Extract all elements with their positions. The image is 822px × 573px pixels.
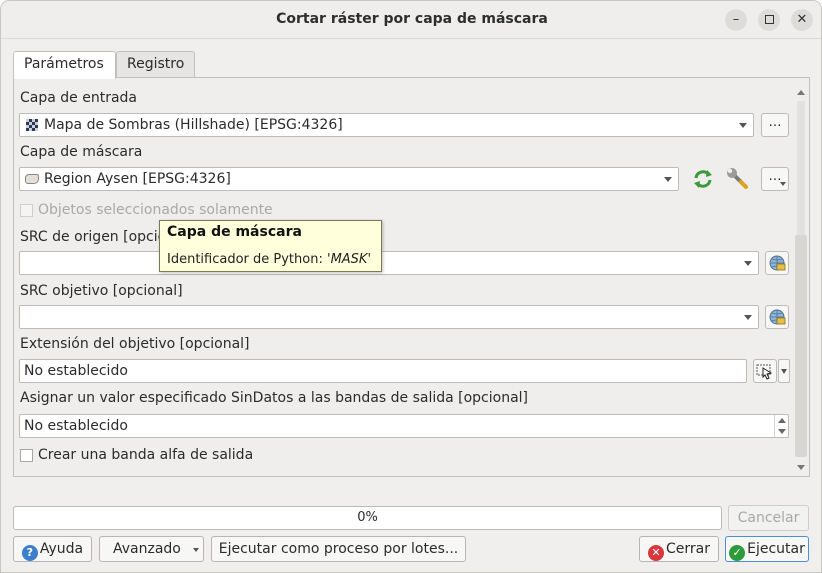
vertical-scrollbar[interactable] xyxy=(794,85,808,475)
iterate-button[interactable] xyxy=(691,167,715,191)
input-layer-label: Capa de entrada xyxy=(20,90,137,106)
chevron-down-icon xyxy=(780,182,786,186)
tooltip-title: Capa de máscara xyxy=(167,224,302,240)
spin-down-icon xyxy=(778,429,786,434)
target-extent-label: Extensión del objetivo [opcional] xyxy=(20,336,250,352)
chevron-down-icon xyxy=(193,548,199,552)
cancel-label: Cancelar xyxy=(737,510,800,526)
advanced-options-button[interactable] xyxy=(726,167,750,191)
close-label: Cerrar xyxy=(666,541,710,557)
chevron-down-icon xyxy=(744,315,752,320)
tab-label: Registro xyxy=(127,56,185,72)
refresh-icon xyxy=(694,170,712,188)
target-crs-select-button[interactable] xyxy=(765,305,789,329)
polygon-layer-icon xyxy=(25,174,39,184)
progress-bar: 0% xyxy=(13,506,722,530)
run-button[interactable]: ✓ Ejecutar xyxy=(725,536,809,562)
input-layer-combo[interactable]: Mapa de Sombras (Hillshade) [EPSG:4326] xyxy=(19,113,754,137)
help-icon: ? xyxy=(21,545,38,561)
scroll-up-icon xyxy=(797,90,805,95)
chevron-down-icon xyxy=(744,261,752,266)
tab-registro[interactable]: Registro xyxy=(116,51,195,78)
advanced-label: Avanzado xyxy=(113,541,181,557)
mask-layer-label: Capa de máscara xyxy=(20,144,143,160)
alpha-band-checkbox[interactable] xyxy=(20,449,33,462)
selected-only-label: Objetos seleccionados solamente xyxy=(38,202,273,218)
tab-parametros[interactable]: Parámetros xyxy=(13,51,116,79)
parameters-panel: Capa de entrada Mapa de Sombras (Hillsha… xyxy=(13,77,810,477)
globe-icon xyxy=(769,309,786,325)
scroll-down-icon xyxy=(797,465,805,470)
minimize-button[interactable]: – xyxy=(725,9,747,31)
maximize-icon xyxy=(764,15,774,24)
selected-only-checkbox[interactable] xyxy=(20,204,33,217)
nodata-label: Asignar un valor especificado SinDatos a… xyxy=(20,390,529,406)
dots-label: … xyxy=(768,115,782,130)
extent-select-button[interactable] xyxy=(753,359,777,383)
close-button[interactable]: ✕ Cerrar xyxy=(639,536,719,562)
chevron-down-icon xyxy=(739,123,747,128)
extent-options-dropdown[interactable] xyxy=(778,359,790,383)
batch-process-button[interactable]: Ejecutar como proceso por lotes... xyxy=(211,536,466,562)
nodata-value: No establecido xyxy=(24,418,128,434)
close-window-button[interactable]: ✕ xyxy=(791,9,813,31)
spinbox-arrows[interactable] xyxy=(774,415,788,437)
batch-label: Ejecutar como proceso por lotes... xyxy=(218,541,459,557)
mask-layer-value: Region Aysen [EPSG:4326] xyxy=(44,171,231,187)
maximize-button[interactable] xyxy=(758,9,780,31)
source-crs-combo[interactable] xyxy=(19,251,759,275)
target-crs-label: SRC objetivo [opcional] xyxy=(20,283,183,299)
tooltip-body-prefix: Identificador de Python: ' xyxy=(167,252,331,267)
target-extent-field[interactable]: No establecido xyxy=(19,359,747,383)
tooltip-body: Identificador de Python: 'MASK' xyxy=(167,252,371,267)
help-button[interactable]: ? Ayuda xyxy=(13,536,92,562)
source-crs-select-button[interactable] xyxy=(765,251,789,275)
input-layer-browse-button[interactable]: … xyxy=(761,113,789,137)
nodata-spinbox[interactable]: No establecido xyxy=(19,414,789,438)
advanced-button[interactable]: Avanzado xyxy=(99,536,204,562)
extent-cursor-icon xyxy=(756,364,773,380)
minimize-icon: – xyxy=(732,12,740,27)
input-layer-value: Mapa de Sombras (Hillshade) [EPSG:4326] xyxy=(44,117,343,133)
help-label: Ayuda xyxy=(39,541,84,557)
mask-layer-browse-button[interactable]: … xyxy=(761,167,789,191)
progress-text: 0% xyxy=(357,510,378,525)
tooltip-python-id: MASK xyxy=(330,252,368,267)
target-crs-combo[interactable] xyxy=(19,305,759,329)
tooltip-body-suffix: ' xyxy=(367,252,372,267)
window-title: Cortar ráster por capa de máscara xyxy=(276,11,548,27)
globe-icon xyxy=(769,255,786,271)
mask-layer-combo[interactable]: Region Aysen [EPSG:4326] xyxy=(19,167,679,191)
close-icon: ✕ xyxy=(796,12,808,27)
target-extent-value: No establecido xyxy=(24,363,128,379)
run-label: Ejecutar xyxy=(747,541,805,557)
chevron-down-icon xyxy=(781,369,787,374)
parameter-tooltip: Capa de máscara Identificador de Python:… xyxy=(159,220,382,272)
raster-layer-icon xyxy=(26,119,38,131)
close-circle-icon: ✕ xyxy=(648,545,664,561)
spin-up-icon xyxy=(778,418,786,423)
dialog-window: Cortar ráster por capa de máscara – ✕ Pa… xyxy=(0,0,822,573)
title-bar[interactable]: Cortar ráster por capa de máscara – ✕ xyxy=(1,1,821,39)
check-icon: ✓ xyxy=(729,545,746,561)
chevron-down-icon xyxy=(664,177,672,182)
tab-label: Parámetros xyxy=(24,56,104,72)
wrench-icon xyxy=(727,168,748,189)
alpha-band-label: Crear una banda alfa de salida xyxy=(38,447,254,463)
scroll-thumb[interactable] xyxy=(795,235,807,457)
cancel-button[interactable]: Cancelar xyxy=(728,505,809,531)
